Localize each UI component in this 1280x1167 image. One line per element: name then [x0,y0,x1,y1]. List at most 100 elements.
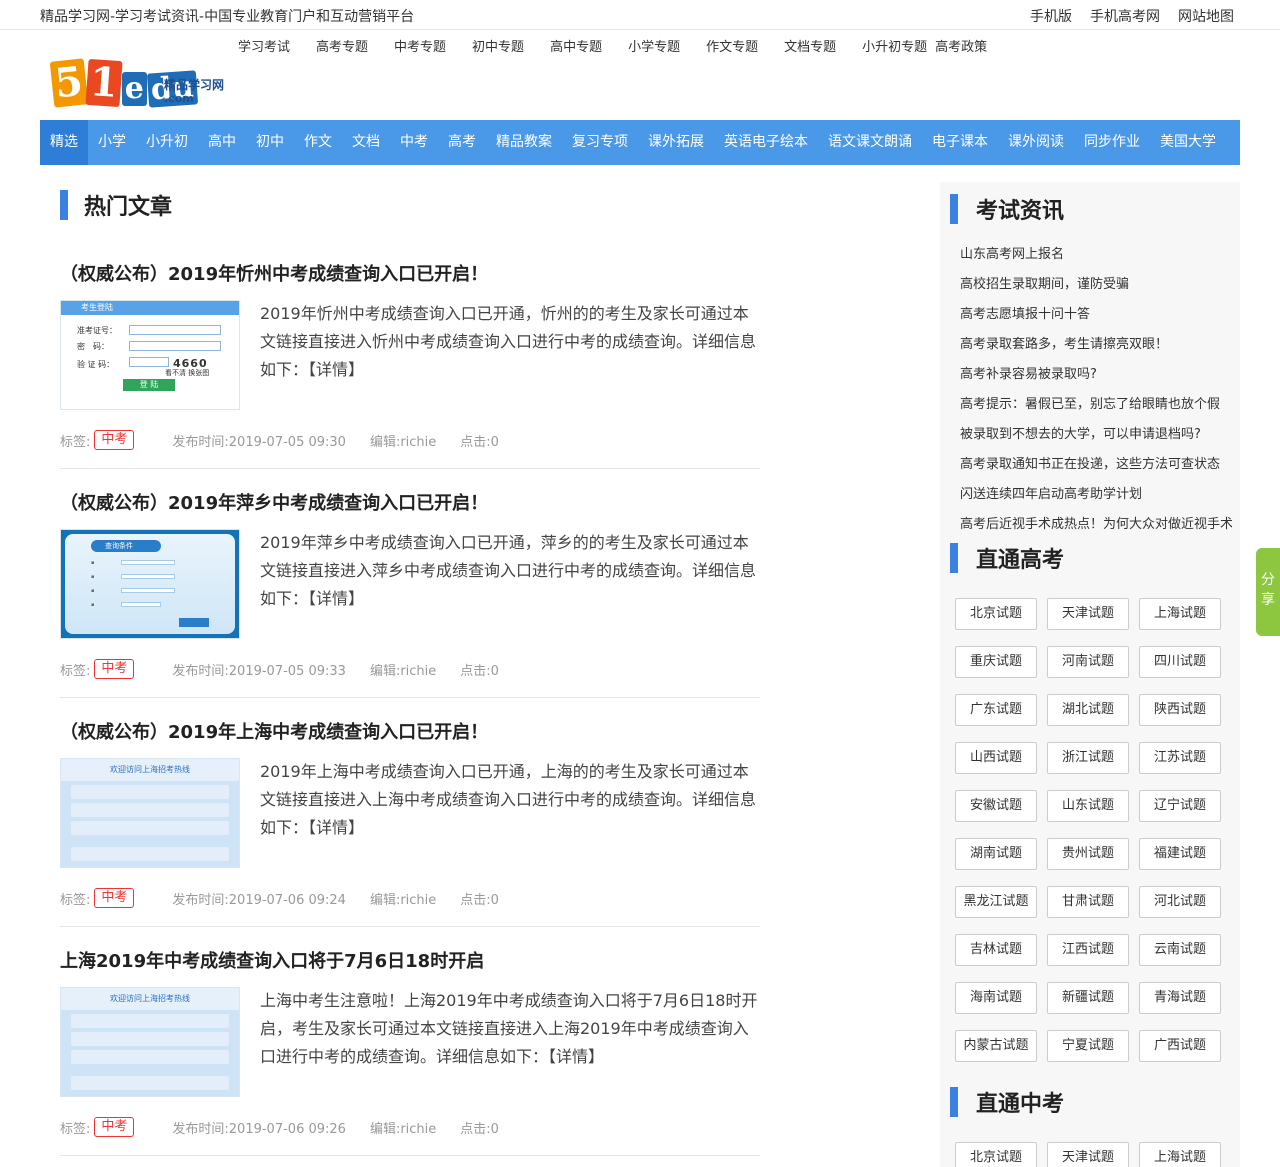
news-link[interactable]: 闪送连续四年启动高考助学计划 [960,487,1142,502]
exam-paper-button[interactable]: 贵州试题 [1047,838,1129,870]
exam-paper-button[interactable]: 内蒙古试题 [955,1030,1037,1062]
tag-badge[interactable]: 中考 [94,659,135,679]
news-link[interactable]: 高考录取套路多，考生请擦亮双眼！ [960,337,1168,352]
article-thumbnail[interactable]: 欢迎访问上海招考热线 [60,987,240,1097]
topic-link[interactable]: 文档专题 [784,36,836,55]
topic-link[interactable]: 高考政策 [935,36,987,55]
thumb-label: ▪ [91,602,95,608]
list-item: 高考补录容易被录取吗? [960,360,1232,390]
exam-paper-button[interactable]: 天津试题 [1047,1142,1129,1167]
news-link[interactable]: 山东高考网上报名 [960,247,1064,262]
topic-link[interactable]: 小升初专题 [862,36,927,55]
news-link[interactable]: 高考补录容易被录取吗? [960,367,1097,382]
news-link[interactable]: 高考提示：暑假已至，别忘了给眼睛也放个假 [960,397,1220,412]
article-thumbnail[interactable]: 欢迎访问上海招考热线 [60,758,240,868]
exam-paper-button[interactable]: 山西试题 [955,742,1037,774]
top-links: 手机版 手机高考网 网站地图 [1030,6,1234,26]
exam-paper-button[interactable]: 天津试题 [1047,598,1129,630]
exam-paper-button[interactable]: 浙江试题 [1047,742,1129,774]
exam-paper-button[interactable]: 上海试题 [1139,1142,1221,1167]
news-link[interactable]: 被录取到不想去的大学，可以申请退档吗? [960,427,1201,442]
exam-paper-button[interactable]: 北京试题 [955,598,1037,630]
exam-paper-button[interactable]: 云南试题 [1139,934,1221,966]
exam-paper-button[interactable]: 甘肃试题 [1047,886,1129,918]
news-link[interactable]: 高考录取通知书正在投递，这些方法可查状态 [960,457,1220,472]
exam-paper-button[interactable]: 北京试题 [955,1142,1037,1167]
topic-link[interactable]: 中考专题 [394,36,446,55]
article-title[interactable]: （权威公布）2019年上海中考成绩查询入口已开启！ [60,718,760,744]
topic-link[interactable]: 初中专题 [472,36,524,55]
nav-item[interactable]: 高考 [438,120,486,165]
nav-item[interactable]: 同步作业 [1074,120,1150,165]
exam-paper-button[interactable]: 福建试题 [1139,838,1221,870]
topic-link[interactable]: 高中专题 [550,36,602,55]
site-logo[interactable]: 5 1 e du 精品学习网 .com [49,56,242,108]
nav-item[interactable]: 小学 [88,120,136,165]
nav-item[interactable]: 美国大学 [1150,120,1226,165]
exam-paper-button[interactable]: 重庆试题 [955,646,1037,678]
exam-paper-button[interactable]: 江西试题 [1047,934,1129,966]
article-thumbnail[interactable]: 考生登陆 准考证号： 密 码： 验 证 码： 4660 看不清 换张图 登 陆 [60,300,240,410]
article-title[interactable]: 上海2019年中考成绩查询入口将于7月6日18时开启 [60,947,760,973]
tag-badge[interactable]: 中考 [94,1117,135,1137]
nav-item[interactable]: 中考 [390,120,438,165]
article-meta: 标签: 中考 发布时间:2019-07-05 09:33 编辑:richie 点… [60,659,499,679]
list-item: 被录取到不想去的大学，可以申请退档吗? [960,420,1232,450]
nav-item[interactable]: 高中 [198,120,246,165]
topic-link[interactable]: 高考专题 [316,36,368,55]
nav-item[interactable]: 小升初 [136,120,198,165]
exam-paper-button[interactable]: 新疆试题 [1047,982,1129,1014]
exam-paper-button[interactable]: 上海试题 [1139,598,1221,630]
exam-paper-button[interactable]: 黑龙江试题 [955,886,1037,918]
article-thumbnail[interactable]: 查询条件 ▪ ▪ ▪ ▪ [60,529,240,639]
nav-item[interactable]: 课外阅读 [998,120,1074,165]
nav-item[interactable]: 电子课本 [922,120,998,165]
exam-paper-button[interactable]: 宁夏试题 [1047,1030,1129,1062]
nav-item[interactable]: 课外拓展 [638,120,714,165]
nav-item[interactable]: 文档 [342,120,390,165]
exam-paper-button[interactable]: 江苏试题 [1139,742,1221,774]
exam-paper-button[interactable]: 河南试题 [1047,646,1129,678]
exam-paper-button[interactable]: 青海试题 [1139,982,1221,1014]
news-link[interactable]: 高考后近视手术成热点！为何大众对做近视手术 [960,517,1232,532]
news-link[interactable]: 高考志愿填报十问十答 [960,307,1090,322]
exam-paper-button[interactable]: 四川试题 [1139,646,1221,678]
site-title: 精品学习网-学习考试资讯-中国专业教育门户和互动营销平台 [40,9,415,25]
topic-link[interactable]: 小学专题 [628,36,680,55]
article-title[interactable]: （权威公布）2019年忻州中考成绩查询入口已开启！ [60,260,760,286]
exam-paper-button[interactable]: 安徽试题 [955,790,1037,822]
share-tab[interactable]: 分享 [1256,548,1280,636]
thumb-hint: 看不清 换张图 [165,369,210,377]
nav-item[interactable]: 精品教案 [486,120,562,165]
tag-badge[interactable]: 中考 [94,430,135,450]
nav-item-featured[interactable]: 精选 [40,120,88,165]
sitemap-link[interactable]: 网站地图 [1178,6,1234,26]
nav-item[interactable]: 初中 [246,120,294,165]
topic-link[interactable]: 作文专题 [706,36,758,55]
exam-paper-button[interactable]: 辽宁试题 [1139,790,1221,822]
exam-paper-button[interactable]: 湖南试题 [955,838,1037,870]
exam-paper-button[interactable]: 湖北试题 [1047,694,1129,726]
exam-paper-button[interactable]: 吉林试题 [955,934,1037,966]
click-count: 点击:0 [460,892,499,908]
nav-item[interactable]: 英语电子绘本 [714,120,818,165]
exam-paper-button[interactable]: 海南试题 [955,982,1037,1014]
nav-item[interactable]: 作文 [294,120,342,165]
exam-paper-button[interactable]: 河北试题 [1139,886,1221,918]
article-title[interactable]: （权威公布）2019年萍乡中考成绩查询入口已开启！ [60,489,760,515]
topic-link[interactable]: 学习考试 [238,36,290,55]
exam-paper-button[interactable]: 山东试题 [1047,790,1129,822]
exam-paper-button[interactable]: 广东试题 [955,694,1037,726]
tag-label: 标签: [60,434,91,450]
section-title: 直通中考 [976,1092,1065,1117]
tag-badge[interactable]: 中考 [94,888,135,908]
nav-item[interactable]: 语文课文朗诵 [818,120,922,165]
exam-paper-button[interactable]: 陕西试题 [1139,694,1221,726]
nav-item[interactable]: 复习专项 [562,120,638,165]
thumb-row [71,1014,229,1028]
exam-paper-button[interactable]: 广西试题 [1139,1030,1221,1062]
mobile-link[interactable]: 手机版 [1030,6,1072,26]
mobile-gaokao-link[interactable]: 手机高考网 [1090,6,1160,26]
thumb-label: ▪ [91,560,95,566]
news-link[interactable]: 高校招生录取期间，谨防受骗 [960,277,1129,292]
